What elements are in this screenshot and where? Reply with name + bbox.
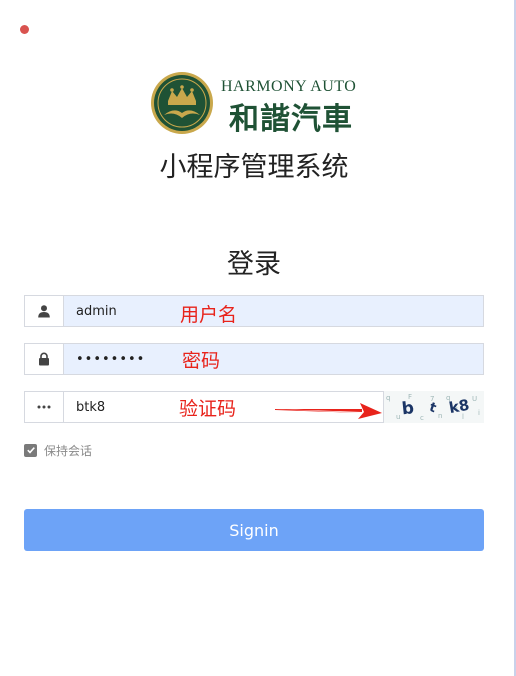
brand-logo-emblem bbox=[151, 72, 213, 134]
password-input[interactable] bbox=[64, 344, 483, 374]
username-field[interactable] bbox=[24, 295, 484, 327]
svg-text:u: u bbox=[396, 413, 400, 421]
check-icon bbox=[26, 447, 35, 454]
signin-button[interactable]: Signin bbox=[24, 509, 484, 551]
brand-name-cn: 和諧汽車 bbox=[229, 102, 353, 137]
svg-text:k8: k8 bbox=[448, 396, 471, 417]
annotation-password: 密码 bbox=[182, 350, 221, 372]
remember-checkbox[interactable] bbox=[24, 443, 37, 457]
svg-text:q: q bbox=[386, 394, 390, 402]
ellipsis-icon bbox=[25, 392, 64, 422]
svg-text:t: t bbox=[427, 400, 438, 416]
svg-text:i: i bbox=[478, 409, 480, 417]
svg-text:b: b bbox=[401, 398, 415, 419]
remember-label: 保持会话 bbox=[44, 443, 93, 458]
annotation-captcha: 验证码 bbox=[179, 398, 237, 420]
annotation-username: 用户名 bbox=[180, 304, 238, 326]
user-icon bbox=[25, 296, 64, 326]
password-field[interactable] bbox=[24, 343, 484, 375]
svg-text:n: n bbox=[438, 412, 442, 420]
svg-text:c: c bbox=[420, 414, 424, 422]
status-dot bbox=[20, 25, 29, 34]
captcha-image[interactable]: quF 7nq lUi sc b t k8 bbox=[384, 391, 484, 423]
lock-icon bbox=[25, 344, 64, 374]
remember-session[interactable]: 保持会话 bbox=[24, 442, 92, 458]
login-heading: 登录 bbox=[227, 249, 281, 280]
app-title: 小程序管理系统 bbox=[159, 152, 349, 183]
username-input[interactable] bbox=[64, 296, 483, 326]
svg-text:U: U bbox=[472, 395, 477, 403]
annotation-arrow-icon bbox=[275, 403, 382, 419]
